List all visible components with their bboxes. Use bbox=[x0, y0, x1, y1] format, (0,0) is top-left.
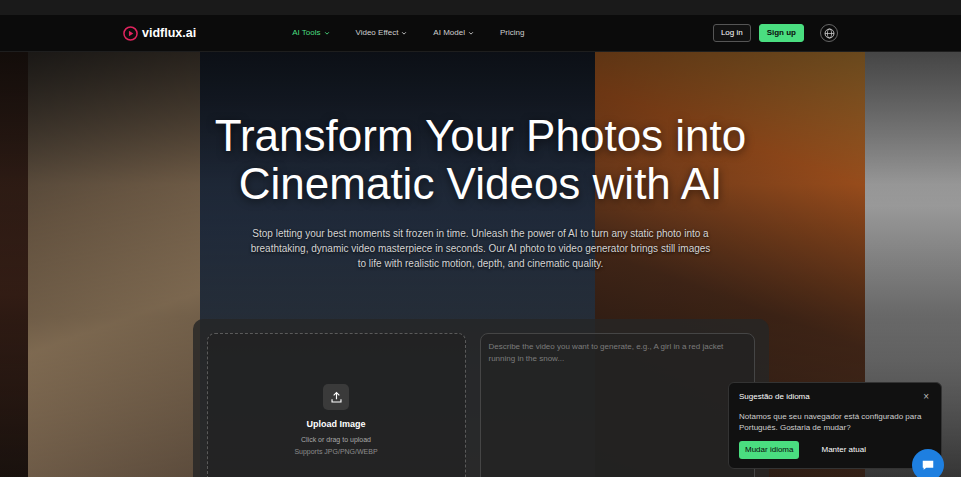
upload-dropzone[interactable]: Upload Image Click or drag to uploadSuppo… bbox=[207, 333, 466, 477]
menu-label: Pricing bbox=[500, 27, 524, 39]
popup-title: Sugestão de idioma bbox=[739, 391, 810, 403]
menu-label: Video Effect bbox=[356, 27, 399, 39]
auth-area: Log in Sign up bbox=[713, 24, 838, 42]
prompt-field[interactable] bbox=[480, 333, 755, 477]
top-strip bbox=[0, 0, 961, 15]
menu-item[interactable]: AI Tools bbox=[292, 27, 329, 39]
hero-subtitle: Stop letting your best moments sit froze… bbox=[246, 226, 716, 271]
login-button[interactable]: Log in bbox=[713, 24, 751, 42]
popup-button[interactable]: Manter atual bbox=[815, 441, 871, 459]
signup-button[interactable]: Sign up bbox=[759, 24, 804, 42]
main-menu: AI Tools Video Effect AI Model Pricing bbox=[292, 27, 524, 39]
navbar-inner: vidflux.ai AI Tools Video Effect AI Model Pr… bbox=[123, 15, 838, 51]
upload-icon bbox=[323, 384, 349, 410]
popup-header: Sugestão de idioma × bbox=[739, 391, 931, 403]
chat-icon[interactable] bbox=[912, 449, 944, 477]
menu-item[interactable]: AI Model bbox=[433, 27, 474, 39]
popup-button[interactable]: Mudar idioma bbox=[739, 441, 799, 459]
chevron-down-icon bbox=[401, 30, 407, 36]
navbar: vidflux.ai AI Tools Video Effect AI Model Pr… bbox=[0, 15, 961, 52]
menu-item[interactable]: Pricing bbox=[500, 27, 524, 39]
hero-title: Transform Your Photos into Cinematic Vid… bbox=[161, 112, 801, 208]
chevron-down-icon bbox=[468, 30, 474, 36]
logo-text: vidflux.ai bbox=[142, 24, 196, 43]
popup-buttons: Mudar idioma Manter atual bbox=[739, 441, 931, 459]
upload-hint: Click or drag to upload bbox=[301, 435, 371, 446]
menu-label: AI Tools bbox=[292, 27, 320, 39]
upload-formats: Supports JPG/PNG/WEBP bbox=[294, 447, 377, 458]
chevron-down-icon bbox=[324, 30, 330, 36]
popup-message: Notamos que seu navegador está configura… bbox=[739, 411, 931, 433]
logo[interactable]: vidflux.ai bbox=[123, 24, 196, 43]
upload-title: Upload Image bbox=[306, 418, 365, 432]
language-popup: Sugestão de idioma × Notamos que seu naveg… bbox=[728, 382, 942, 469]
generator-panel: Upload Image Click or drag to uploadSuppo… bbox=[193, 319, 769, 477]
globe-icon[interactable] bbox=[820, 24, 838, 42]
logo-play-icon bbox=[123, 26, 138, 41]
menu-item[interactable]: Video Effect bbox=[356, 27, 408, 39]
close-button[interactable]: × bbox=[921, 392, 931, 402]
menu-label: AI Model bbox=[433, 27, 465, 39]
